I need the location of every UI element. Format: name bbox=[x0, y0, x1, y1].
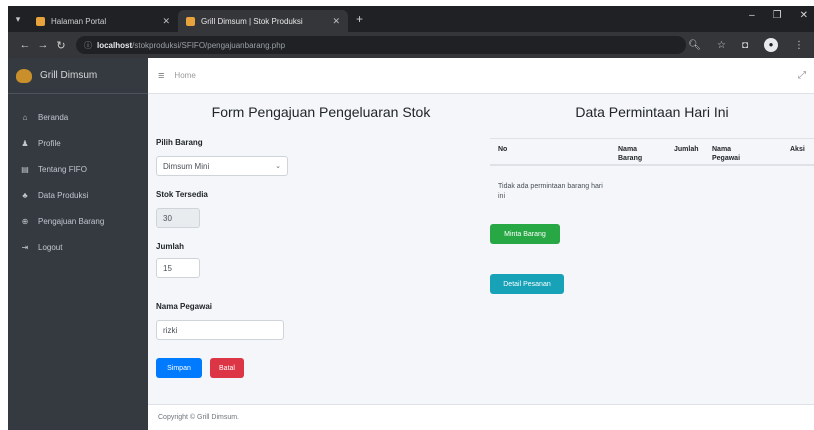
close-window-icon[interactable]: ✕ bbox=[800, 10, 808, 21]
restore-icon[interactable]: ❐ bbox=[773, 10, 782, 21]
form-title: Form Pengajuan Pengeluaran Stok bbox=[211, 104, 431, 120]
cancel-button[interactable]: Batal bbox=[210, 358, 244, 378]
reload-icon[interactable]: ↻ bbox=[52, 39, 70, 52]
jumlah-value: 15 bbox=[163, 263, 172, 273]
browser-tab-active[interactable]: Grill Dimsum | Stok Produksi ✕ bbox=[178, 10, 348, 32]
copyright-text: Copyright © Grill Dimsum. bbox=[158, 414, 240, 421]
circle-plus-icon: ⊕ bbox=[21, 216, 29, 226]
sidebar-item-label: Tentang FIFO bbox=[38, 164, 87, 174]
requests-title: Data Permintaan Hari Ini bbox=[575, 104, 729, 120]
hamburger-icon[interactable]: ≡ bbox=[158, 70, 164, 82]
minta-barang-button[interactable]: Minta Barang bbox=[490, 224, 560, 244]
sidebar-menu: ⌂ Beranda ♟ Profile ▤ Tentang FIFO ♣ Dat… bbox=[8, 94, 148, 260]
minimize-icon[interactable]: – bbox=[749, 10, 755, 21]
barang-label: Pilih Barang bbox=[156, 138, 203, 147]
pegawai-value: rizki bbox=[163, 325, 178, 335]
col-jumlah: Jumlah bbox=[674, 146, 699, 153]
col-no: No bbox=[498, 146, 508, 153]
stok-value: 30 bbox=[163, 213, 172, 223]
book-icon: ▤ bbox=[21, 164, 29, 174]
arrow-left-icon[interactable]: ← bbox=[16, 39, 34, 51]
sidebar-item-beranda[interactable]: ⌂ Beranda bbox=[8, 104, 148, 130]
fullscreen-icon[interactable]: ⤢ bbox=[798, 70, 806, 81]
sidebar-item-label: Profile bbox=[38, 138, 61, 148]
col-nama-barang: Nama Barang bbox=[618, 146, 643, 162]
sidebar-item-pengajuan-barang[interactable]: ⊕ Pengajuan Barang bbox=[8, 208, 148, 234]
sidebar-item-tentang-fifo[interactable]: ▤ Tentang FIFO bbox=[8, 156, 148, 182]
arrow-right-icon[interactable]: → bbox=[34, 39, 52, 51]
detail-pesanan-button[interactable]: Detail Pesanan bbox=[490, 274, 564, 294]
brand-link[interactable]: Grill Dimsum bbox=[8, 58, 148, 94]
url-input[interactable]: ⓘ localhost /stokproduksi/SFIFO/pengajua… bbox=[76, 36, 686, 54]
star-icon[interactable]: ☆ bbox=[717, 40, 726, 51]
pegawai-label: Nama Pegawai bbox=[156, 302, 213, 311]
brand-logo-icon bbox=[16, 68, 32, 83]
sidebar-item-label: Beranda bbox=[38, 112, 69, 122]
empty-state-text: Tidak ada permintaan barang hari ini bbox=[498, 183, 603, 200]
logout-icon: ⇥ bbox=[21, 242, 29, 252]
tab-title: Halaman Portal bbox=[51, 16, 107, 26]
kebab-icon[interactable]: ⋮ bbox=[794, 40, 804, 51]
content-wrapper: Form Pengajuan Pengeluaran Stok Pilih Ba… bbox=[148, 94, 814, 404]
home-link[interactable]: Home bbox=[174, 71, 195, 80]
profile-avatar[interactable]: ● bbox=[764, 38, 778, 52]
jumlah-input[interactable]: 15 bbox=[156, 258, 200, 278]
brand-name: Grill Dimsum bbox=[40, 70, 98, 81]
tab-search-icon[interactable]: ▾ bbox=[8, 14, 28, 25]
pegawai-input[interactable]: rizki bbox=[156, 320, 284, 340]
favicon-icon bbox=[186, 16, 195, 26]
browser-tab-bar: ▾ Halaman Portal ✕ Grill Dimsum | Stok P… bbox=[8, 6, 814, 32]
top-navbar: ≡ Home ⤢ bbox=[148, 58, 814, 94]
browser-tab-portal[interactable]: Halaman Portal ✕ bbox=[28, 10, 178, 32]
stok-field: 30 bbox=[156, 208, 200, 228]
requests-panel: Data Permintaan Hari Ini No Nama Barang … bbox=[490, 104, 814, 294]
col-aksi: Aksi bbox=[790, 146, 805, 153]
users-icon: ♣ bbox=[22, 190, 28, 200]
zoom-icon[interactable]: 🔍︎ bbox=[688, 40, 701, 51]
col-nama-pegawai: Nama Pegawai bbox=[712, 146, 741, 162]
new-tab-icon[interactable]: + bbox=[356, 12, 363, 26]
favicon-icon bbox=[36, 16, 45, 26]
address-bar: ← → ↻ ⓘ localhost /stokproduksi/SFIFO/pe… bbox=[8, 32, 814, 58]
sidebar-item-profile[interactable]: ♟ Profile bbox=[8, 130, 148, 156]
sidebar-item-label: Pengajuan Barang bbox=[38, 216, 105, 226]
close-tab-icon[interactable]: ✕ bbox=[332, 16, 340, 27]
site-info-icon[interactable]: ⓘ bbox=[84, 40, 92, 51]
sidebar-item-data-produksi[interactable]: ♣ Data Produksi bbox=[8, 182, 148, 208]
sidebar-item-logout[interactable]: ⇥ Logout bbox=[8, 234, 148, 260]
save-button[interactable]: Simpan bbox=[156, 358, 202, 378]
home-icon: ⌂ bbox=[22, 112, 28, 122]
window-controls: – ❐ ✕ bbox=[749, 10, 808, 21]
requests-table-header: No Nama Barang Jumlah Nama Pegawai Aksi bbox=[490, 138, 814, 166]
stok-label: Stok Tersedia bbox=[156, 190, 208, 199]
request-form: Form Pengajuan Pengeluaran Stok Pilih Ba… bbox=[156, 104, 456, 378]
sidebar-item-label: Logout bbox=[38, 242, 63, 252]
tab-title: Grill Dimsum | Stok Produksi bbox=[201, 16, 303, 26]
sidebar-item-label: Data Produksi bbox=[38, 190, 89, 200]
url-host: localhost bbox=[97, 40, 133, 50]
user-icon: ♟ bbox=[21, 138, 29, 148]
close-tab-icon[interactable]: ✕ bbox=[162, 16, 170, 27]
barang-select[interactable]: Dimsum Mini ⌄ bbox=[156, 156, 288, 176]
browser-actions: 🔍︎ ☆ ◘ ● ⋮ bbox=[688, 38, 814, 52]
jumlah-label: Jumlah bbox=[156, 242, 185, 251]
barang-select-value: Dimsum Mini bbox=[163, 161, 210, 171]
footer: Copyright © Grill Dimsum. bbox=[148, 404, 814, 430]
puzzle-icon[interactable]: ◘ bbox=[742, 40, 748, 51]
sidebar: Grill Dimsum ⌂ Beranda ♟ Profile ▤ Tenta… bbox=[8, 58, 148, 430]
url-path: /stokproduksi/SFIFO/pengajuanbarang.php bbox=[132, 40, 286, 50]
chevron-down-icon: ⌄ bbox=[275, 163, 281, 170]
